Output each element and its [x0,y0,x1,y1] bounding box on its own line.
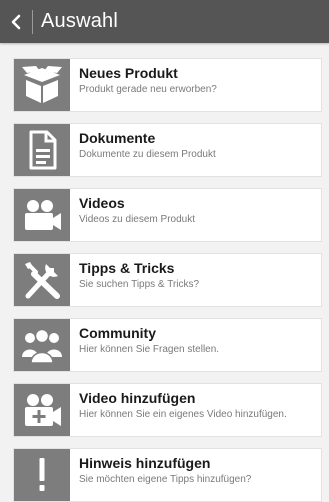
item-subtitle: Hier können Sie ein eigenes Video hinzuf… [79,409,287,420]
menu-item-community[interactable]: Community Hier können Sie Fragen stellen… [13,318,322,372]
chevron-left-icon [11,14,21,29]
menu-item-dokumente[interactable]: Dokumente Dokumente zu diesem Produkt [13,123,322,177]
menu-item-video-hinzufuegen[interactable]: Video hinzufügen Hier können Sie ein eig… [13,383,322,437]
item-title: Community [79,325,156,341]
video-camera-icon [14,189,70,241]
box-icon [14,59,70,111]
item-subtitle: Videos zu diesem Produkt [79,214,195,225]
menu-item-tipps-tricks[interactable]: Tipps & Tricks Sie suchen Tipps & Tricks… [13,253,322,307]
page-title: Auswahl [41,10,118,32]
item-title: Tipps & Tricks [79,260,175,276]
menu-item-hinweis-hinzufuegen[interactable]: Hinweis hinzufügen Sie möchten eigene Ti… [13,448,322,502]
add-video-icon [14,384,70,436]
item-subtitle: Hier können Sie Fragen stellen. [79,344,220,355]
item-title: Dokumente [79,130,156,146]
tools-icon [14,254,70,306]
item-subtitle: Sie suchen Tipps & Tricks? [79,279,200,290]
header-divider [32,9,33,34]
back-button[interactable] [0,0,32,43]
item-subtitle: Dokumente zu diesem Produkt [79,149,216,160]
menu-item-videos[interactable]: Videos Videos zu diesem Produkt [13,188,322,242]
item-title: Hinweis hinzufügen [79,455,211,471]
exclamation-icon [14,449,70,501]
menu-item-neues-produkt[interactable]: Neues Produkt Produkt gerade neu erworbe… [13,58,322,112]
item-title: Video hinzufügen [79,390,196,406]
document-icon [14,124,70,176]
menu-list: Neues Produkt Produkt gerade neu erworbe… [0,43,329,502]
community-icon [14,319,70,371]
item-subtitle: Produkt gerade neu erworben? [79,84,217,95]
item-title: Neues Produkt [79,65,178,81]
top-app-bar: Auswahl [0,0,329,43]
item-subtitle: Sie möchten eigene Tipps hinzufügen? [79,474,252,485]
item-title: Videos [79,195,125,211]
